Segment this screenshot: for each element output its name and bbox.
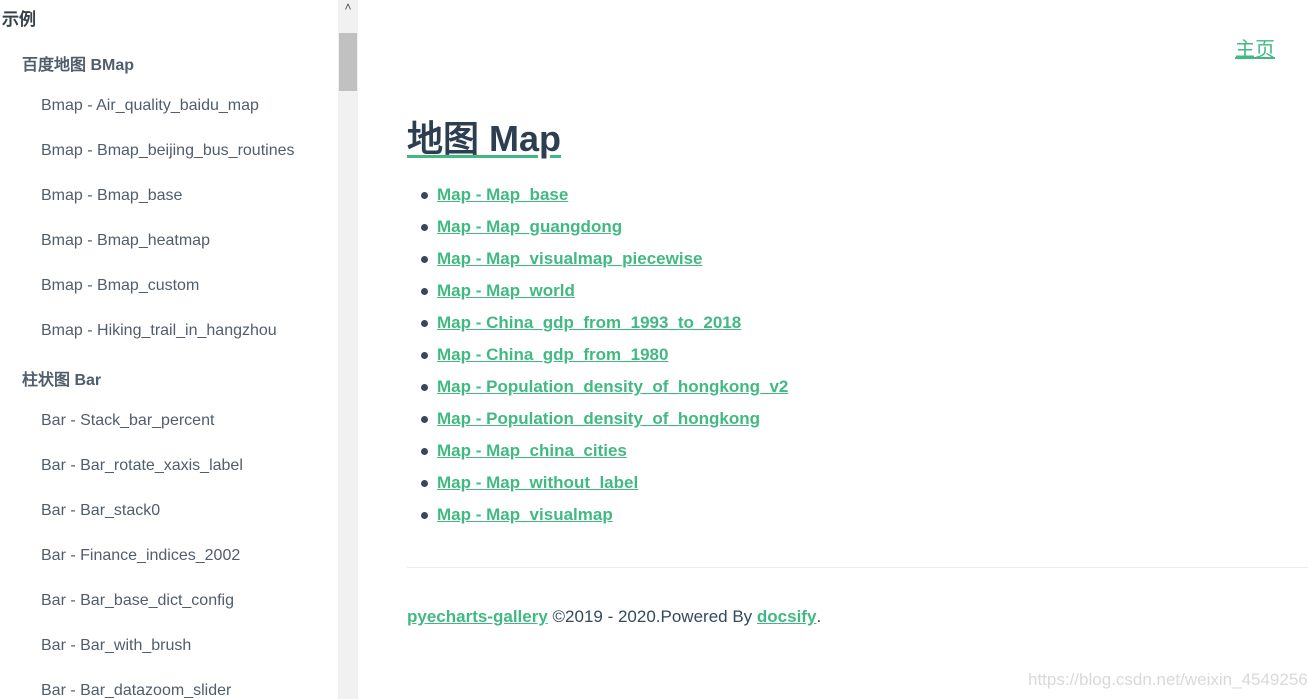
docsify-link[interactable]: docsify (757, 607, 817, 626)
bullet-icon (421, 288, 428, 295)
link-map-base[interactable]: Map - Map_base (437, 185, 568, 204)
list-item: Map - Map_visualmap (407, 503, 788, 535)
link-map-without-label[interactable]: Map - Map_without_label (437, 473, 638, 492)
link-population-density-hongkong[interactable]: Map - Population_density_of_hongkong (437, 409, 760, 428)
scrollbar-thumb[interactable] (339, 33, 357, 91)
list-item: Map - Map_without_label (407, 471, 788, 503)
bullet-icon (421, 256, 428, 263)
sidebar-item-air-quality-baidu-map[interactable]: Bmap - Air_quality_baidu_map (41, 97, 259, 115)
sidebar-item-bar-stack0[interactable]: Bar - Bar_stack0 (41, 502, 160, 520)
sidebar-item-hiking-trail-in-hangzhou[interactable]: Bmap - Hiking_trail_in_hangzhou (41, 322, 277, 340)
sidebar-heading: 示例 (2, 10, 36, 29)
list-item: Map - China_gdp_from_1993_to_2018 (407, 311, 788, 343)
sidebar-item-bmap-heatmap[interactable]: Bmap - Bmap_heatmap (41, 232, 210, 250)
bullet-icon (421, 512, 428, 519)
link-map-visualmap-piecewise[interactable]: Map - Map_visualmap_piecewise (437, 249, 703, 268)
sidebar-group-bar[interactable]: 柱状图 Bar (22, 366, 101, 390)
bullet-icon (421, 192, 428, 199)
sidebar-scrollbar[interactable]: ˄ (338, 0, 358, 699)
list-item: Map - Population_density_of_hongkong (407, 407, 788, 439)
bullet-icon (421, 480, 428, 487)
footer: pyecharts-gallery ©2019 - 2020.Powered B… (407, 607, 821, 627)
bullet-icon (421, 384, 428, 391)
link-map-world[interactable]: Map - Map_world (437, 281, 575, 300)
list-item: Map - Map_world (407, 279, 788, 311)
link-map-china-cities[interactable]: Map - Map_china_cities (437, 441, 627, 460)
map-example-list: Map - Map_base Map - Map_guangdong Map -… (407, 183, 788, 535)
sidebar-item-finance-indices-2002[interactable]: Bar - Finance_indices_2002 (41, 547, 240, 565)
sidebar-item-bar-with-brush[interactable]: Bar - Bar_with_brush (41, 637, 191, 655)
link-map-guangdong[interactable]: Map - Map_guangdong (437, 217, 622, 236)
list-item: Map - Map_base (407, 183, 788, 215)
bullet-icon (421, 352, 428, 359)
sidebar: 示例 百度地图 BMap Bmap - Air_quality_baidu_ma… (0, 0, 338, 699)
copyright-text: ©2019 - 2020.Powered By (547, 607, 757, 626)
sidebar-item-bmap-base[interactable]: Bmap - Bmap_base (41, 187, 182, 205)
list-item: Map - Map_visualmap_piecewise (407, 247, 788, 279)
sidebar-group-bmap[interactable]: 百度地图 BMap (22, 51, 134, 75)
sidebar-item-bmap-custom[interactable]: Bmap - Bmap_custom (41, 277, 199, 295)
sidebar-item-stack-bar-percent[interactable]: Bar - Stack_bar_percent (41, 412, 214, 430)
watermark: https://blog.csdn.net/weixin_45492560 (1028, 670, 1308, 689)
list-item: Map - Map_guangdong (407, 215, 788, 247)
page-title[interactable]: 地图 Map (407, 110, 561, 162)
sidebar-item-bar-datazoom-slider[interactable]: Bar - Bar_datazoom_slider (41, 682, 231, 699)
link-population-density-hongkong-v2[interactable]: Map - Population_density_of_hongkong_v2 (437, 377, 788, 396)
list-item: Map - Map_china_cities (407, 439, 788, 471)
list-item: Map - Population_density_of_hongkong_v2 (407, 375, 788, 407)
link-map-visualmap[interactable]: Map - Map_visualmap (437, 505, 613, 524)
bullet-icon (421, 416, 428, 423)
footer-divider (407, 567, 1308, 568)
bullet-icon (421, 320, 428, 327)
footer-period: . (816, 607, 822, 626)
link-china-gdp-from-1980[interactable]: Map - China_gdp_from_1980 (437, 345, 668, 364)
list-item: Map - China_gdp_from_1980 (407, 343, 788, 375)
sidebar-item-bar-base-dict-config[interactable]: Bar - Bar_base_dict_config (41, 592, 234, 610)
sidebar-item-bar-rotate-xaxis-label[interactable]: Bar - Bar_rotate_xaxis_label (41, 457, 243, 475)
scroll-up-arrow-icon[interactable]: ˄ (338, 0, 358, 14)
bullet-icon (421, 224, 428, 231)
sidebar-item-bmap-beijing-bus-routines[interactable]: Bmap - Bmap_beijing_bus_routines (41, 142, 294, 160)
pyecharts-gallery-link[interactable]: pyecharts-gallery (407, 607, 548, 626)
bullet-icon (421, 448, 428, 455)
link-china-gdp-1993-2018[interactable]: Map - China_gdp_from_1993_to_2018 (437, 313, 741, 332)
home-link[interactable]: 主页 (1235, 33, 1275, 62)
